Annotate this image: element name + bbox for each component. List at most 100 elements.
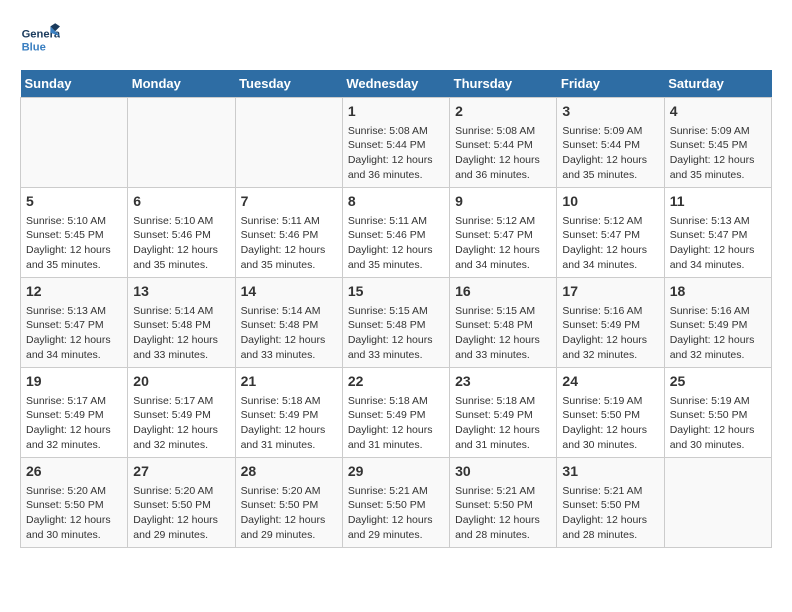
day-info-line: Sunset: 5:45 PM <box>670 138 766 153</box>
day-cell-14: 14Sunrise: 5:14 AMSunset: 5:48 PMDayligh… <box>235 278 342 368</box>
day-info-line: and 32 minutes. <box>133 438 229 453</box>
day-info-line: Sunrise: 5:18 AM <box>241 394 337 409</box>
col-header-monday: Monday <box>128 70 235 98</box>
day-info-line: and 35 minutes. <box>26 258 122 273</box>
day-info-line: and 35 minutes. <box>241 258 337 273</box>
day-cell-19: 19Sunrise: 5:17 AMSunset: 5:49 PMDayligh… <box>21 368 128 458</box>
day-number: 29 <box>348 462 444 482</box>
day-cell-6: 6 Sunrise: 5:10 AMSunset: 5:46 PMDaylight… <box>128 188 235 278</box>
day-info-line: Daylight: 12 hours <box>455 513 551 528</box>
logo-icon: General Blue <box>20 20 60 60</box>
day-info-line: Daylight: 12 hours <box>562 243 658 258</box>
day-info-line: Sunrise: 5:21 AM <box>562 484 658 499</box>
day-info-line: Daylight: 12 hours <box>241 243 337 258</box>
day-info-line: and 34 minutes. <box>26 348 122 363</box>
day-info-line: and 35 minutes. <box>670 168 766 183</box>
day-cell-23: 23Sunrise: 5:18 AMSunset: 5:49 PMDayligh… <box>450 368 557 458</box>
day-info-line: Sunset: 5:49 PM <box>26 408 122 423</box>
day-info-line: Daylight: 12 hours <box>455 153 551 168</box>
day-info-line: Daylight: 12 hours <box>241 513 337 528</box>
day-info-line: Sunset: 5:44 PM <box>455 138 551 153</box>
calendar-table: SundayMondayTuesdayWednesdayThursdayFrid… <box>20 70 772 548</box>
day-info-line: Sunset: 5:49 PM <box>348 408 444 423</box>
day-info-line: and 34 minutes. <box>455 258 551 273</box>
day-info-line: Daylight: 12 hours <box>26 513 122 528</box>
day-info-line: Sunset: 5:50 PM <box>348 498 444 513</box>
day-info-line: Daylight: 12 hours <box>348 333 444 348</box>
col-header-friday: Friday <box>557 70 664 98</box>
day-info-line: Sunrise: 5:15 AM <box>348 304 444 319</box>
empty-cell <box>235 98 342 188</box>
week-row-2: 5Sunrise: 5:10 AMSunset: 5:45 PMDaylight… <box>21 188 772 278</box>
day-cell-26: 26Sunrise: 5:20 AMSunset: 5:50 PMDayligh… <box>21 458 128 548</box>
day-info-line: Daylight: 12 hours <box>26 333 122 348</box>
day-cell-30: 30Sunrise: 5:21 AMSunset: 5:50 PMDayligh… <box>450 458 557 548</box>
day-info-line: Sunset: 5:48 PM <box>455 318 551 333</box>
day-info-line: Daylight: 12 hours <box>241 333 337 348</box>
day-info-line: Sunset: 5:44 PM <box>562 138 658 153</box>
day-cell-8: 8Sunrise: 5:11 AMSunset: 5:46 PMDaylight… <box>342 188 449 278</box>
day-number: 6 <box>133 192 229 212</box>
day-info-line: Sunset: 5:49 PM <box>133 408 229 423</box>
day-info-line: Sunset: 5:48 PM <box>133 318 229 333</box>
day-info-line: Sunrise: 5:09 AM <box>670 124 766 139</box>
day-info-line: and 28 minutes. <box>562 528 658 543</box>
day-info-line: Sunset: 5:45 PM <box>26 228 122 243</box>
day-number: 8 <box>348 192 444 212</box>
col-header-thursday: Thursday <box>450 70 557 98</box>
day-cell-3: 3Sunrise: 5:09 AMSunset: 5:44 PMDaylight… <box>557 98 664 188</box>
day-cell-27: 27Sunrise: 5:20 AMSunset: 5:50 PMDayligh… <box>128 458 235 548</box>
day-info-line: and 29 minutes. <box>133 528 229 543</box>
day-info-line: Sunrise: 5:10 AM <box>133 214 229 229</box>
day-info-line: and 34 minutes. <box>670 258 766 273</box>
day-cell-10: 10Sunrise: 5:12 AMSunset: 5:47 PMDayligh… <box>557 188 664 278</box>
day-info-line: Sunset: 5:48 PM <box>348 318 444 333</box>
header-row: SundayMondayTuesdayWednesdayThursdayFrid… <box>21 70 772 98</box>
day-info-line: and 29 minutes. <box>241 528 337 543</box>
day-info-line: and 30 minutes. <box>670 438 766 453</box>
day-info-line: Sunrise: 5:08 AM <box>455 124 551 139</box>
day-number: 18 <box>670 282 766 302</box>
day-info-line: Sunset: 5:46 PM <box>133 228 229 243</box>
day-cell-15: 15 Sunrise: 5:15 AMSunset: 5:48 PMDayligh… <box>342 278 449 368</box>
day-number: 19 <box>26 372 122 392</box>
day-cell-20: 20Sunrise: 5:17 AMSunset: 5:49 PMDayligh… <box>128 368 235 458</box>
week-row-4: 19Sunrise: 5:17 AMSunset: 5:49 PMDayligh… <box>21 368 772 458</box>
day-info-line: Daylight: 12 hours <box>26 423 122 438</box>
day-info-line: and 32 minutes. <box>562 348 658 363</box>
day-info-line: Sunset: 5:48 PM <box>241 318 337 333</box>
day-info-line: Daylight: 12 hours <box>348 423 444 438</box>
day-cell-29: 29Sunrise: 5:21 AMSunset: 5:50 PMDayligh… <box>342 458 449 548</box>
day-info-line: Sunset: 5:47 PM <box>670 228 766 243</box>
day-info-line: Sunrise: 5:16 AM <box>670 304 766 319</box>
day-info-line: and 35 minutes. <box>133 258 229 273</box>
week-row-1: 1Sunrise: 5:08 AMSunset: 5:44 PMDaylight… <box>21 98 772 188</box>
day-info-line: Sunrise: 5:10 AM <box>26 214 122 229</box>
day-info-line: Sunrise: 5:11 AM <box>348 214 444 229</box>
day-info-line: Sunset: 5:46 PM <box>241 228 337 243</box>
day-info-line: Sunset: 5:49 PM <box>670 318 766 333</box>
day-cell-21: 21Sunrise: 5:18 AMSunset: 5:49 PMDayligh… <box>235 368 342 458</box>
day-number: 14 <box>241 282 337 302</box>
day-info-line: Daylight: 12 hours <box>455 333 551 348</box>
day-cell-1: 1Sunrise: 5:08 AMSunset: 5:44 PMDaylight… <box>342 98 449 188</box>
day-info-line: and 29 minutes. <box>348 528 444 543</box>
day-cell-7: 7Sunrise: 5:11 AMSunset: 5:46 PMDaylight… <box>235 188 342 278</box>
day-info-line: Sunrise: 5:19 AM <box>670 394 766 409</box>
day-info-line: Sunrise: 5:19 AM <box>562 394 658 409</box>
day-number: 26 <box>26 462 122 482</box>
day-info-line: Sunrise: 5:20 AM <box>241 484 337 499</box>
day-info-line: Daylight: 12 hours <box>670 243 766 258</box>
day-info-line: Daylight: 12 hours <box>133 243 229 258</box>
day-cell-17: 17Sunrise: 5:16 AMSunset: 5:49 PMDayligh… <box>557 278 664 368</box>
day-cell-5: 5Sunrise: 5:10 AMSunset: 5:45 PMDaylight… <box>21 188 128 278</box>
day-info-line: Daylight: 12 hours <box>348 243 444 258</box>
day-info-line: and 35 minutes. <box>562 168 658 183</box>
col-header-sunday: Sunday <box>21 70 128 98</box>
day-info-line: and 28 minutes. <box>455 528 551 543</box>
day-number: 15 <box>348 282 444 302</box>
day-number: 10 <box>562 192 658 212</box>
day-number: 16 <box>455 282 551 302</box>
day-cell-18: 18Sunrise: 5:16 AMSunset: 5:49 PMDayligh… <box>664 278 771 368</box>
day-info-line: Daylight: 12 hours <box>455 423 551 438</box>
